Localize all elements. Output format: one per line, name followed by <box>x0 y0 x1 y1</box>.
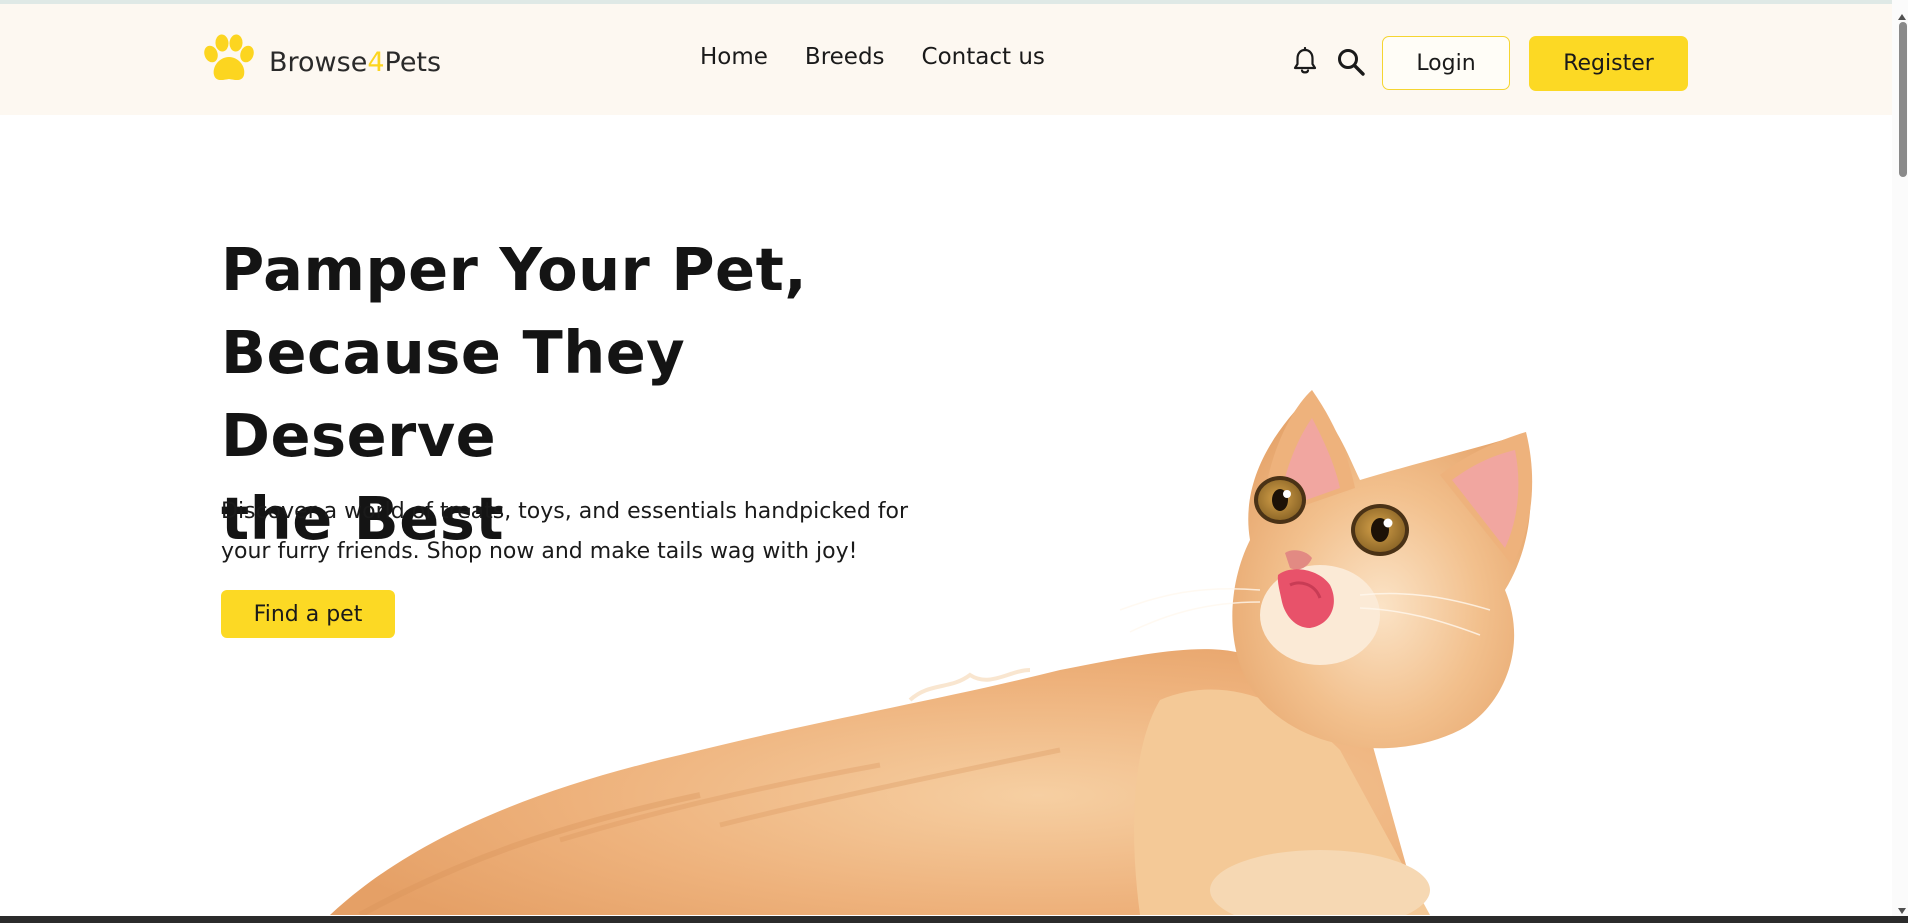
hero-title-line-1: Pamper Your Pet, <box>221 235 808 304</box>
search-icon[interactable] <box>1336 47 1366 81</box>
bottom-bar <box>0 916 1908 923</box>
main-nav: Home Breeds Contact us <box>700 44 1045 70</box>
brand-name-suffix: Pets <box>384 46 442 78</box>
login-button[interactable]: Login <box>1382 36 1510 90</box>
bell-icon[interactable] <box>1292 46 1318 79</box>
scrollbar-thumb[interactable] <box>1899 22 1907 177</box>
navbar: Browse4Pets Home Breeds Contact us Login… <box>0 4 1892 115</box>
page: Browse4Pets Home Breeds Contact us Login… <box>0 0 1908 923</box>
nav-link-breeds[interactable]: Breeds <box>805 44 885 70</box>
brand-name-prefix: Browse <box>269 46 368 78</box>
paw-icon <box>201 34 257 90</box>
hero-cat-image <box>300 370 1660 923</box>
brand-name-accent: 4 <box>367 46 385 78</box>
brand-name: Browse4Pets <box>269 47 441 78</box>
register-button[interactable]: Register <box>1529 36 1688 91</box>
nav-link-home[interactable]: Home <box>700 44 768 70</box>
nav-link-contact-us[interactable]: Contact us <box>922 44 1045 70</box>
brand-logo[interactable]: Browse4Pets <box>201 34 441 90</box>
